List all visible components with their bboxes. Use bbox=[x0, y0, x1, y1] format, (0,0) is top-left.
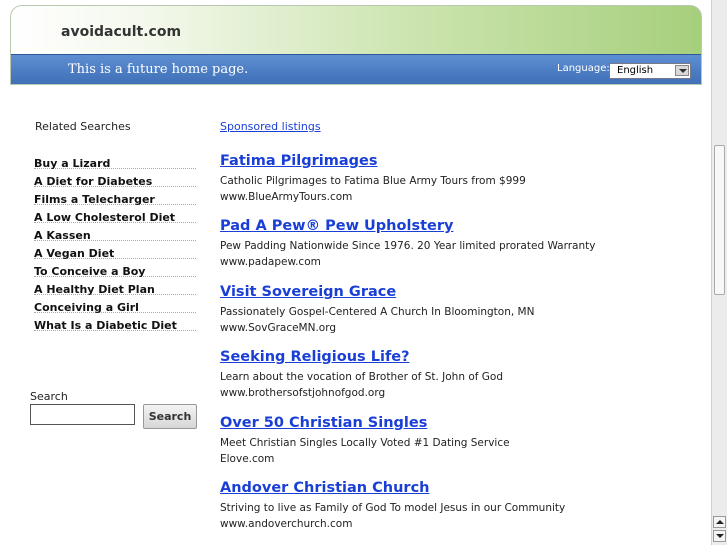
list-item: A Diet for Diabetes bbox=[34, 170, 196, 188]
site-header: avoidacult.com This is a future home pag… bbox=[10, 5, 702, 85]
list-item: A Vegan Diet bbox=[34, 242, 196, 260]
related-link[interactable]: A Low Cholesterol Diet bbox=[34, 211, 175, 224]
listing: Visit Sovereign Grace Passionately Gospe… bbox=[220, 283, 700, 336]
listing-description: Striving to live as Family of God To mod… bbox=[220, 502, 566, 514]
list-item: What Is a Diabetic Diet bbox=[34, 314, 196, 332]
related-link[interactable]: To Conceive a Boy bbox=[34, 265, 145, 278]
related-searches-list: Buy a Lizard A Diet for Diabetes Films a… bbox=[34, 152, 196, 332]
chevron-down-icon[interactable] bbox=[675, 65, 689, 76]
listing-description: Passionately Gospel-Centered A Church In… bbox=[220, 306, 535, 318]
listing-title[interactable]: Seeking Religious Life? bbox=[220, 348, 700, 366]
listing: Over 50 Christian Singles Meet Christian… bbox=[220, 414, 700, 467]
listing: Fatima Pilgrimages Catholic Pilgrimages … bbox=[220, 152, 700, 205]
listing-description: Learn about the vocation of Brother of S… bbox=[220, 371, 504, 383]
list-item: A Healthy Diet Plan bbox=[34, 278, 196, 296]
list-item: A Kassen bbox=[34, 224, 196, 242]
listing-description: Pew Padding Nationwide Since 1976. 20 Ye… bbox=[220, 240, 596, 252]
scroll-down-icon[interactable] bbox=[713, 530, 726, 542]
scroll-up-icon[interactable] bbox=[713, 516, 726, 528]
related-link[interactable]: What Is a Diabetic Diet bbox=[34, 319, 177, 332]
listing-title[interactable]: Visit Sovereign Grace bbox=[220, 283, 700, 301]
related-searches-title: Related Searches bbox=[35, 120, 131, 133]
related-link[interactable]: A Vegan Diet bbox=[34, 247, 114, 260]
list-item: Conceiving a Girl bbox=[34, 296, 196, 314]
language-select[interactable]: English bbox=[609, 63, 691, 79]
related-link[interactable]: Films a Telecharger bbox=[34, 193, 155, 206]
listing-title[interactable]: Fatima Pilgrimages bbox=[220, 152, 700, 170]
site-title: avoidacult.com bbox=[61, 24, 182, 40]
list-item: To Conceive a Boy bbox=[34, 260, 196, 278]
listing-title[interactable]: Pad A Pew® Pew Upholstery bbox=[220, 217, 700, 235]
listing-description: Meet Christian Singles Locally Voted #1 … bbox=[220, 437, 510, 449]
related-link[interactable]: A Diet for Diabetes bbox=[34, 175, 152, 188]
search-label: Search bbox=[30, 390, 68, 403]
related-link[interactable]: Conceiving a Girl bbox=[34, 301, 139, 314]
listing: Andover Christian Church Striving to liv… bbox=[220, 479, 700, 532]
listing-url[interactable]: www.BlueArmyTours.com bbox=[220, 189, 700, 205]
list-item: Buy a Lizard bbox=[34, 152, 196, 170]
list-item: A Low Cholesterol Diet bbox=[34, 206, 196, 224]
listing-url[interactable]: www.padapew.com bbox=[220, 254, 700, 270]
language-value: English bbox=[617, 65, 654, 76]
tagline: This is a future home page. bbox=[68, 62, 249, 77]
listing: Pad A Pew® Pew Upholstery Pew Padding Na… bbox=[220, 217, 700, 270]
vertical-scrollbar[interactable] bbox=[711, 0, 727, 545]
header-bar: This is a future home page. Language: En… bbox=[11, 54, 701, 84]
related-link[interactable]: Buy a Lizard bbox=[34, 157, 110, 170]
listing-url[interactable]: Elove.com bbox=[220, 451, 700, 467]
listing-title[interactable]: Over 50 Christian Singles bbox=[220, 414, 700, 432]
listing-url[interactable]: www.SovGraceMN.org bbox=[220, 320, 700, 336]
listing-title[interactable]: Andover Christian Church bbox=[220, 479, 700, 497]
listing-description: Catholic Pilgrimages to Fatima Blue Army… bbox=[220, 175, 526, 187]
search-input[interactable] bbox=[30, 404, 135, 425]
listing: Seeking Religious Life? Learn about the … bbox=[220, 348, 700, 401]
list-item: Films a Telecharger bbox=[34, 188, 196, 206]
related-link[interactable]: A Healthy Diet Plan bbox=[34, 283, 155, 296]
listing-url[interactable]: www.andoverchurch.com bbox=[220, 516, 700, 532]
sponsored-listings-link[interactable]: Sponsored listings bbox=[220, 120, 321, 133]
related-link[interactable]: A Kassen bbox=[34, 229, 91, 242]
listing-url[interactable]: www.brothersofstjohnofgod.org bbox=[220, 385, 700, 401]
scrollbar-thumb[interactable] bbox=[714, 145, 725, 295]
language-label: Language: bbox=[557, 63, 610, 74]
search-button[interactable]: Search bbox=[143, 404, 197, 429]
